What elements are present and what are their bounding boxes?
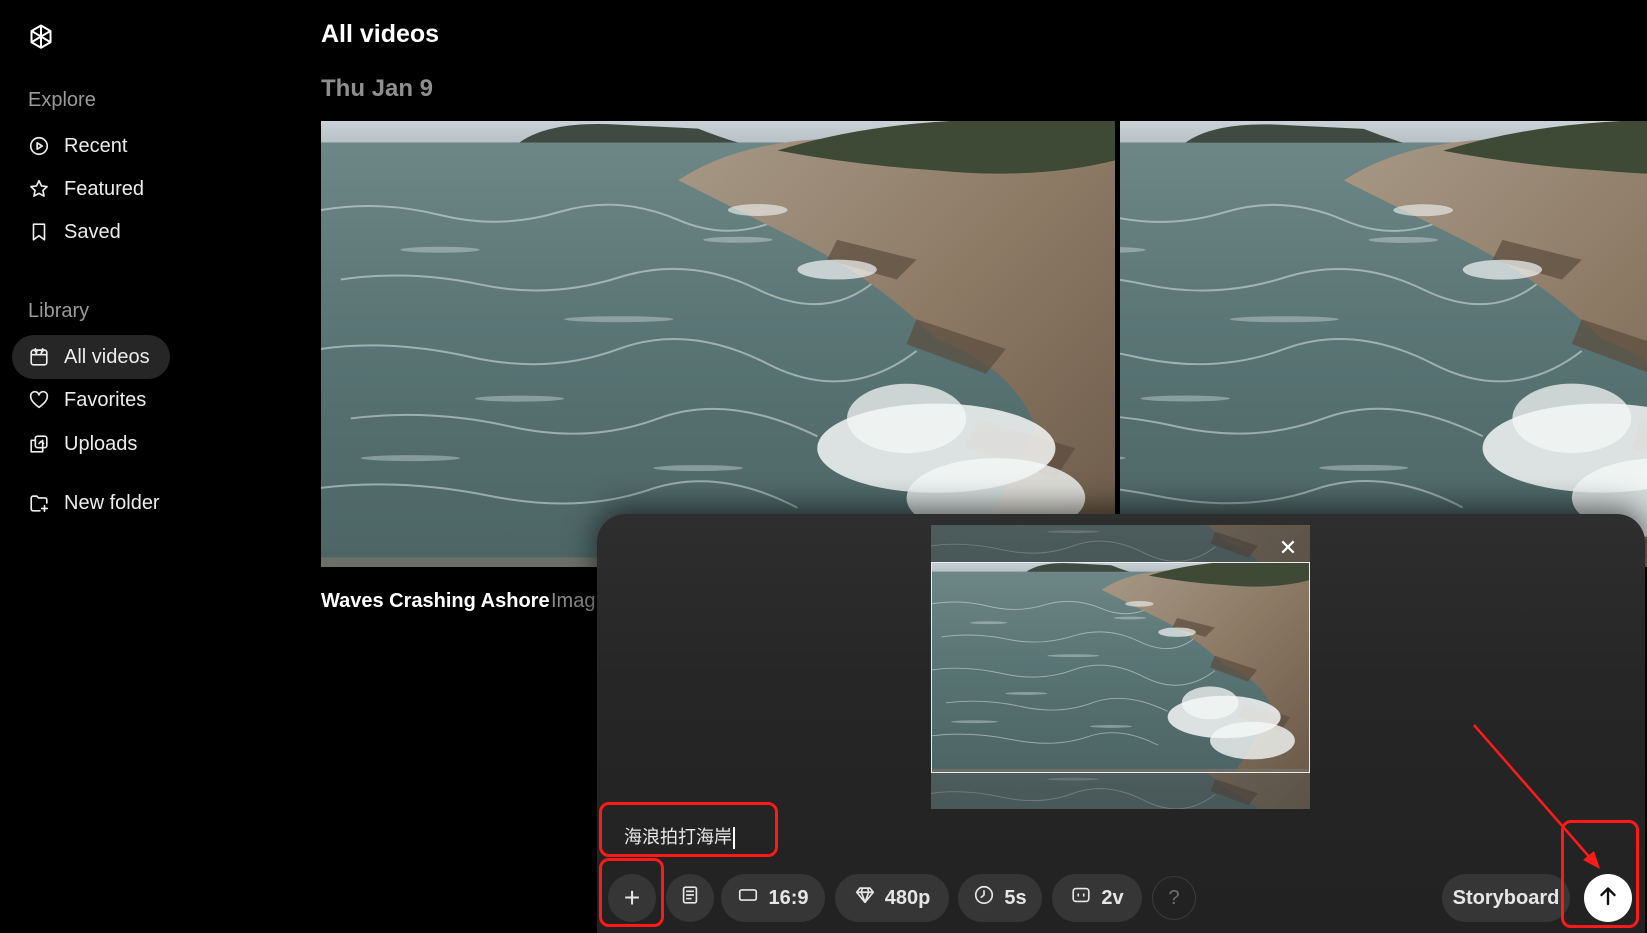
video-subtitle: Imag (551, 590, 596, 612)
text-caret (733, 827, 735, 849)
sidebar: Explore Recent Featured Saved Library Al… (0, 0, 300, 933)
add-media-button[interactable]: + (608, 874, 656, 922)
page-title: All videos (321, 20, 440, 48)
document-icon (679, 884, 701, 912)
star-icon (28, 178, 50, 200)
sidebar-item-uploads[interactable]: Uploads (12, 422, 170, 466)
heart-icon (28, 389, 50, 411)
folder-plus-icon (28, 492, 50, 514)
uploads-icon (28, 433, 50, 455)
plus-icon: + (623, 882, 641, 913)
library-section-label: Library (28, 300, 90, 322)
variations-button[interactable]: 2v (1052, 874, 1142, 922)
sidebar-item-recent[interactable]: Recent (12, 124, 170, 168)
duration-value: 5s (1004, 886, 1027, 909)
openai-logo-icon[interactable] (26, 22, 56, 52)
preview-outside-crop (931, 525, 1310, 562)
arrow-up-icon (1596, 884, 1620, 913)
sidebar-item-label: Uploads (64, 432, 138, 455)
video-title[interactable]: Waves Crashing Ashore (321, 590, 550, 613)
sidebar-item-saved[interactable]: Saved (12, 210, 170, 254)
sidebar-item-label: Featured (64, 177, 145, 200)
sidebar-item-label: Favorites (64, 388, 147, 411)
video-thumbnail-image (321, 121, 1115, 567)
prompt-input[interactable]: 海浪拍打海岸 (624, 823, 735, 849)
preview-image (932, 563, 1309, 772)
resolution-value: 480p (884, 886, 931, 909)
sidebar-item-all-videos[interactable]: All videos (12, 335, 170, 379)
aspect-ratio-icon (737, 884, 759, 912)
bookmark-icon (28, 221, 50, 243)
sidebar-item-label: Saved (64, 220, 121, 243)
resolution-button[interactable]: 480p (835, 874, 949, 922)
sidebar-item-featured[interactable]: Featured (12, 167, 170, 211)
help-button[interactable]: ? (1152, 876, 1196, 920)
video-thumbnail[interactable] (321, 121, 1115, 567)
preset-button[interactable] (666, 874, 714, 922)
video-thumbnail[interactable] (1120, 121, 1647, 567)
prompt-text: 海浪拍打海岸 (624, 827, 732, 848)
video-thumbnail-image (1120, 121, 1647, 567)
new-folder-button[interactable]: New folder (12, 481, 182, 525)
play-circle-icon (28, 135, 50, 157)
new-folder-label: New folder (64, 491, 160, 514)
storyboard-button[interactable]: Storyboard (1442, 874, 1570, 922)
remove-image-close-icon[interactable]: ✕ (1276, 536, 1300, 560)
explore-section-label: Explore (28, 89, 96, 111)
help-icon: ? (1168, 886, 1180, 909)
clock-icon (973, 884, 995, 912)
storyboard-label: Storyboard (1452, 886, 1560, 909)
sidebar-item-label: Recent (64, 134, 128, 157)
sidebar-item-label: All videos (64, 345, 150, 368)
submit-button[interactable] (1584, 874, 1632, 922)
date-heading: Thu Jan 9 (321, 75, 434, 102)
calendar-icon (28, 346, 50, 368)
diamond-icon (854, 884, 876, 912)
sidebar-item-favorites[interactable]: Favorites (12, 378, 170, 422)
aspect-ratio-value: 16:9 (768, 886, 809, 909)
duration-button[interactable]: 5s (958, 874, 1042, 922)
image-preview (931, 525, 1310, 809)
variations-value: 2v (1101, 886, 1124, 909)
variations-icon (1070, 884, 1092, 912)
preview-outside-crop (931, 773, 1310, 809)
crop-frame[interactable] (931, 562, 1310, 773)
aspect-ratio-button[interactable]: 16:9 (721, 874, 825, 922)
